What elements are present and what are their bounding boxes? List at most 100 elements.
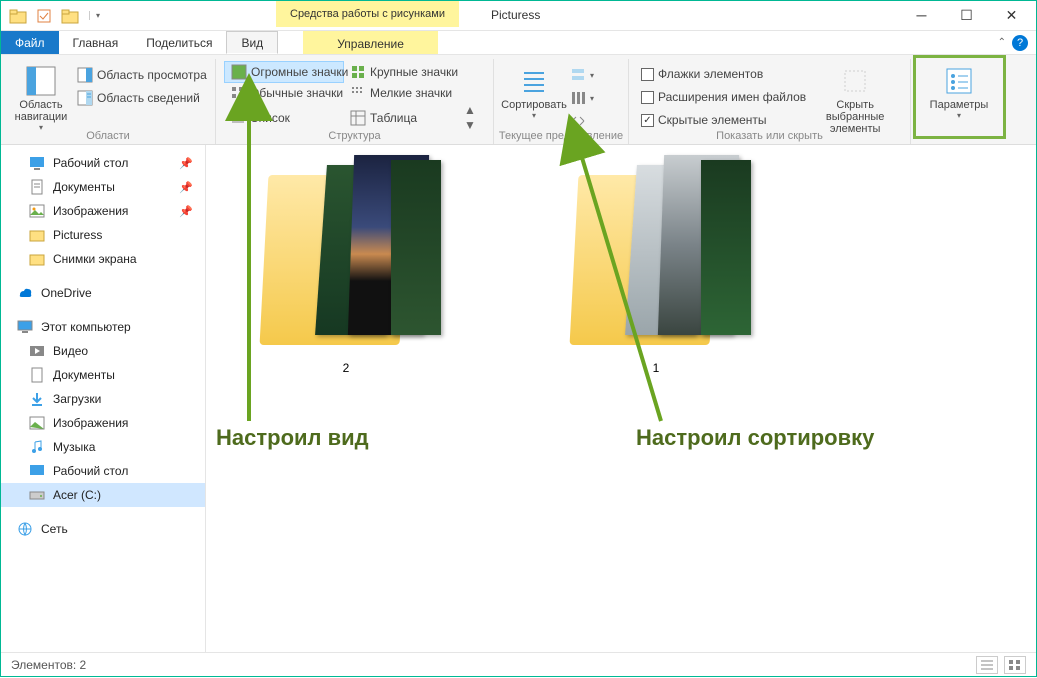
details-pane-button[interactable]: Область сведений (73, 88, 211, 108)
maximize-button[interactable]: ☐ (944, 1, 989, 29)
nav-desktop-pc[interactable]: Рабочий стол (1, 459, 205, 483)
nav-documents[interactable]: Документы 📌 (1, 175, 205, 199)
preview-pane-button[interactable]: Область просмотра (73, 65, 211, 85)
navigation-pane-button[interactable]: Область навигации ▾ (9, 61, 73, 136)
nav-label: OneDrive (41, 286, 92, 300)
layout-small-icons[interactable]: Мелкие значки (344, 83, 464, 103)
preview-pane-icon (77, 67, 93, 83)
file-extensions-toggle[interactable]: Расширения имен файлов (637, 88, 810, 106)
nav-label: Acer (C:) (53, 488, 101, 502)
ribbon-group-panes: Область навигации ▾ Область просмотра Об… (1, 59, 216, 144)
nav-pictures[interactable]: Изображения 📌 (1, 199, 205, 223)
size-columns-button[interactable] (566, 111, 598, 131)
nav-label: Снимки экрана (53, 252, 137, 266)
layout-medium-icons[interactable]: Обычные значки (224, 83, 344, 103)
sort-icon (518, 65, 550, 97)
nav-documents-pc[interactable]: Документы (1, 363, 205, 387)
ribbon-tabs: Файл Главная Поделиться Вид Управление ⌃… (1, 31, 1036, 55)
minimize-button[interactable]: ─ (899, 1, 944, 29)
options-label: Параметры (930, 99, 989, 111)
chevron-down-icon: ▾ (532, 111, 536, 120)
nav-screenshots[interactable]: Снимки экрана (1, 247, 205, 271)
tab-share[interactable]: Поделиться (132, 31, 226, 54)
navigation-pane[interactable]: Рабочий стол 📌 Документы 📌 Изображения 📌… (1, 145, 206, 652)
thumbs-view-button[interactable] (1004, 656, 1026, 674)
item-checkboxes-toggle[interactable]: Флажки элементов (637, 65, 810, 83)
hidden-items-toggle[interactable]: Скрытые элементы (637, 111, 810, 129)
window-controls: ─ ☐ ✕ (899, 1, 1034, 29)
annotation-view: Настроил вид (216, 425, 369, 451)
ribbon-group-current-view: Сортировать ▾ ▾ ▾ Текущее представление (494, 59, 629, 144)
nav-music[interactable]: Музыка (1, 435, 205, 459)
navpane-icon (25, 65, 57, 97)
qat-dropdown-icon[interactable]: ▾ (89, 11, 106, 20)
nav-acer-c[interactable]: Acer (C:) (1, 483, 205, 507)
group-by-button[interactable]: ▾ (566, 65, 598, 85)
show-hide-group-label: Показать или скрыть (629, 130, 910, 142)
tab-view[interactable]: Вид (226, 31, 278, 54)
checkbox-checked-icon (641, 114, 654, 127)
close-button[interactable]: ✕ (989, 1, 1034, 29)
nav-label: Изображения (53, 204, 128, 218)
picture-tools-context-tab: Средства работы с рисунками (276, 1, 459, 27)
nav-this-pc[interactable]: Этот компьютер (1, 315, 205, 339)
nav-label: Picturess (53, 228, 102, 242)
layout-label: Таблица (370, 111, 417, 125)
desktop-icon (29, 463, 45, 479)
layout-extra-large-icons[interactable]: Огромные значки (224, 61, 344, 83)
tab-home[interactable]: Главная (59, 31, 133, 54)
layout-scroll-up[interactable]: ▲ (464, 103, 482, 117)
folder-2[interactable]: 2 (226, 145, 466, 375)
navpane-label: Область навигации (15, 99, 68, 123)
nav-onedrive[interactable]: OneDrive (1, 281, 205, 305)
ribbon-view: Область навигации ▾ Область просмотра Об… (1, 55, 1036, 145)
downloads-icon (29, 391, 45, 407)
medium-icons-icon (230, 85, 246, 101)
checkbox-label: Флажки элементов (658, 67, 763, 81)
add-columns-button[interactable]: ▾ (566, 88, 598, 108)
help-icon[interactable]: ? (1012, 35, 1028, 51)
details-view-button[interactable] (976, 656, 998, 674)
checkbox-label: Расширения имен файлов (658, 90, 806, 104)
nav-desktop[interactable]: Рабочий стол 📌 (1, 151, 205, 175)
nav-videos[interactable]: Видео (1, 339, 205, 363)
nav-label: Документы (53, 180, 115, 194)
ribbon-group-options: Параметры ▾ (911, 59, 1036, 144)
folder-label: 2 (343, 361, 350, 375)
nav-label: Рабочий стол (53, 156, 128, 170)
folder-1[interactable]: 1 (536, 145, 776, 375)
tab-manage[interactable]: Управление (303, 31, 438, 54)
drive-icon (29, 487, 45, 503)
tab-file[interactable]: Файл (1, 31, 59, 54)
desktop-icon (29, 155, 45, 171)
pin-icon: 📌 (179, 157, 193, 170)
list-icon (230, 110, 246, 126)
layout-large-icons[interactable]: Крупные значки (344, 61, 464, 83)
pin-icon: 📌 (179, 181, 193, 194)
chevron-down-icon: ▾ (957, 111, 961, 120)
layout-list[interactable]: Список (224, 103, 344, 132)
layout-label: Обычные значки (250, 86, 343, 100)
checkbox-label: Скрытые элементы (658, 113, 767, 127)
folder-thumbnail (246, 145, 446, 355)
hide-selected-icon (839, 65, 871, 97)
layout-label: Список (250, 111, 290, 125)
layout-table[interactable]: Таблица (344, 103, 464, 132)
folder-content[interactable]: 2 1 Настроил вид Настроил сортировку (206, 145, 1036, 652)
status-item-count: Элементов: 2 (11, 658, 86, 672)
nav-label: Музыка (53, 440, 95, 454)
nav-label: Загрузки (53, 392, 101, 406)
ribbon-collapse-icon[interactable]: ⌃ (998, 37, 1006, 48)
annotation-sort: Настроил сортировку (636, 425, 874, 451)
nav-downloads[interactable]: Загрузки (1, 387, 205, 411)
nav-picturess[interactable]: Picturess (1, 223, 205, 247)
current-view-group-label: Текущее представление (494, 130, 628, 142)
nav-pictures-pc[interactable]: Изображения (1, 411, 205, 435)
nav-network[interactable]: Сеть (1, 517, 205, 541)
checkbox-icon (641, 68, 654, 81)
options-button[interactable]: Параметры ▾ (919, 61, 999, 124)
checkbox-icon[interactable] (33, 5, 55, 27)
folder-label: 1 (653, 361, 660, 375)
music-icon (29, 439, 45, 455)
panes-group-label: Области (1, 130, 215, 142)
